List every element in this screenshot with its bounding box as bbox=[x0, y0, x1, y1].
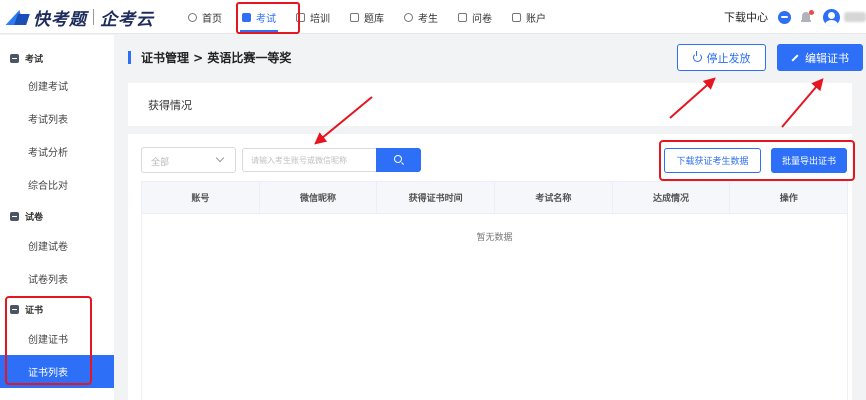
edit-certificate-button[interactable]: 编辑证书 bbox=[777, 44, 863, 71]
nav-training-label: 培训 bbox=[310, 13, 330, 25]
status-select-value: 全部 bbox=[151, 158, 170, 168]
nav-home[interactable]: 首页 bbox=[178, 0, 232, 34]
col-exam-name: 考试名称 bbox=[495, 182, 613, 213]
paper-group-icon bbox=[10, 211, 19, 221]
nav-account[interactable]: 账户 bbox=[502, 0, 556, 34]
page-title: 证书管理 > 英语比赛一等奖 bbox=[141, 51, 292, 65]
home-icon bbox=[188, 12, 197, 22]
top-right-tools: 下载中心 bbox=[724, 0, 866, 34]
search-button[interactable] bbox=[376, 148, 421, 172]
col-wechat-nickname: 微信昵称 bbox=[260, 182, 378, 213]
sidebar-item-create-exam[interactable]: 创建考试 bbox=[0, 69, 114, 102]
nav-examinee-label: 考生 bbox=[418, 13, 438, 25]
sidebar-group-exam-title: 考试 bbox=[25, 54, 44, 65]
sidebar-group-paper: 试卷 bbox=[0, 199, 114, 233]
account-icon bbox=[512, 12, 521, 22]
annotation-box-action-buttons bbox=[659, 140, 855, 181]
sidebar-item-exam-analysis[interactable]: 考试分析 bbox=[0, 135, 114, 168]
col-obtained-time: 获得证书时间 bbox=[377, 182, 496, 213]
stop-issuing-button[interactable]: 停止发放 bbox=[677, 44, 766, 71]
pen-icon bbox=[791, 53, 799, 62]
nav-examinee[interactable]: 考生 bbox=[394, 0, 448, 34]
exam-group-icon bbox=[10, 53, 19, 63]
avatar[interactable] bbox=[823, 8, 840, 26]
nav-question-bank-label: 题库 bbox=[364, 13, 384, 25]
top-bar: 快考题 企考云 首页 考试 培训 题库 考生 问卷 账户 下载中心 bbox=[0, 0, 866, 34]
bell-icon[interactable] bbox=[801, 9, 814, 23]
sidebar-item-exam-list[interactable]: 考试列表 bbox=[0, 102, 114, 135]
username-redacted[interactable] bbox=[844, 12, 866, 22]
table-header: 账号 微信昵称 获得证书时间 考试名称 达成情况 操作 bbox=[142, 182, 847, 214]
nav-question-bank[interactable]: 题库 bbox=[340, 0, 394, 34]
annotation-box-nav-exam bbox=[236, 2, 300, 34]
nav-survey[interactable]: 问卷 bbox=[448, 0, 502, 34]
chat-icon[interactable] bbox=[778, 10, 791, 24]
brand-name-secondary: 企考云 bbox=[100, 9, 154, 30]
certificate-table: 账号 微信昵称 获得证书时间 考试名称 达成情况 操作 暂无数据 bbox=[141, 181, 848, 400]
edit-certificate-label: 编辑证书 bbox=[805, 51, 849, 65]
top-nav: 首页 考试 培训 题库 考生 问卷 账户 bbox=[178, 0, 556, 34]
col-actions: 操作 bbox=[779, 194, 798, 204]
nav-survey-label: 问卷 bbox=[472, 13, 492, 25]
annotation-box-certificate-menu bbox=[5, 296, 92, 385]
brand-separator bbox=[93, 9, 94, 25]
question-bank-icon bbox=[350, 12, 359, 22]
nav-home-label: 首页 bbox=[202, 13, 222, 25]
sidebar-item-comparison[interactable]: 综合比对 bbox=[0, 168, 114, 201]
col-account: 账号 bbox=[142, 182, 260, 213]
search-icon bbox=[394, 155, 402, 163]
empty-state-text: 暂无数据 bbox=[476, 233, 513, 243]
sidebar-group-paper-title: 试卷 bbox=[25, 212, 44, 223]
brand-name-primary: 快考题 bbox=[33, 9, 87, 30]
examinee-icon bbox=[404, 12, 413, 22]
survey-icon bbox=[458, 12, 467, 22]
chevron-down-icon bbox=[215, 153, 225, 163]
logo-mark-icon bbox=[5, 8, 30, 26]
stop-issuing-label: 停止发放 bbox=[706, 51, 751, 65]
download-center-link[interactable]: 下载中心 bbox=[724, 9, 768, 25]
sidebar-item-paper-list[interactable]: 试卷列表 bbox=[0, 262, 114, 295]
status-select[interactable]: 全部 bbox=[141, 147, 236, 173]
section-header: 获得情况 bbox=[128, 83, 852, 126]
sidebar-item-create-paper[interactable]: 创建试卷 bbox=[0, 229, 114, 262]
notification-dot bbox=[809, 9, 814, 15]
section-label: 获得情况 bbox=[148, 99, 192, 112]
title-accent-bar bbox=[128, 51, 131, 64]
col-achievement: 达成情况 bbox=[613, 182, 731, 213]
page-header: 证书管理 > 英语比赛一等奖 停止发放 编辑证书 bbox=[114, 35, 866, 83]
brand-logo[interactable]: 快考题 企考云 bbox=[5, 5, 154, 30]
search-input[interactable] bbox=[242, 148, 376, 172]
nav-account-label: 账户 bbox=[526, 13, 546, 25]
power-icon bbox=[692, 51, 702, 62]
